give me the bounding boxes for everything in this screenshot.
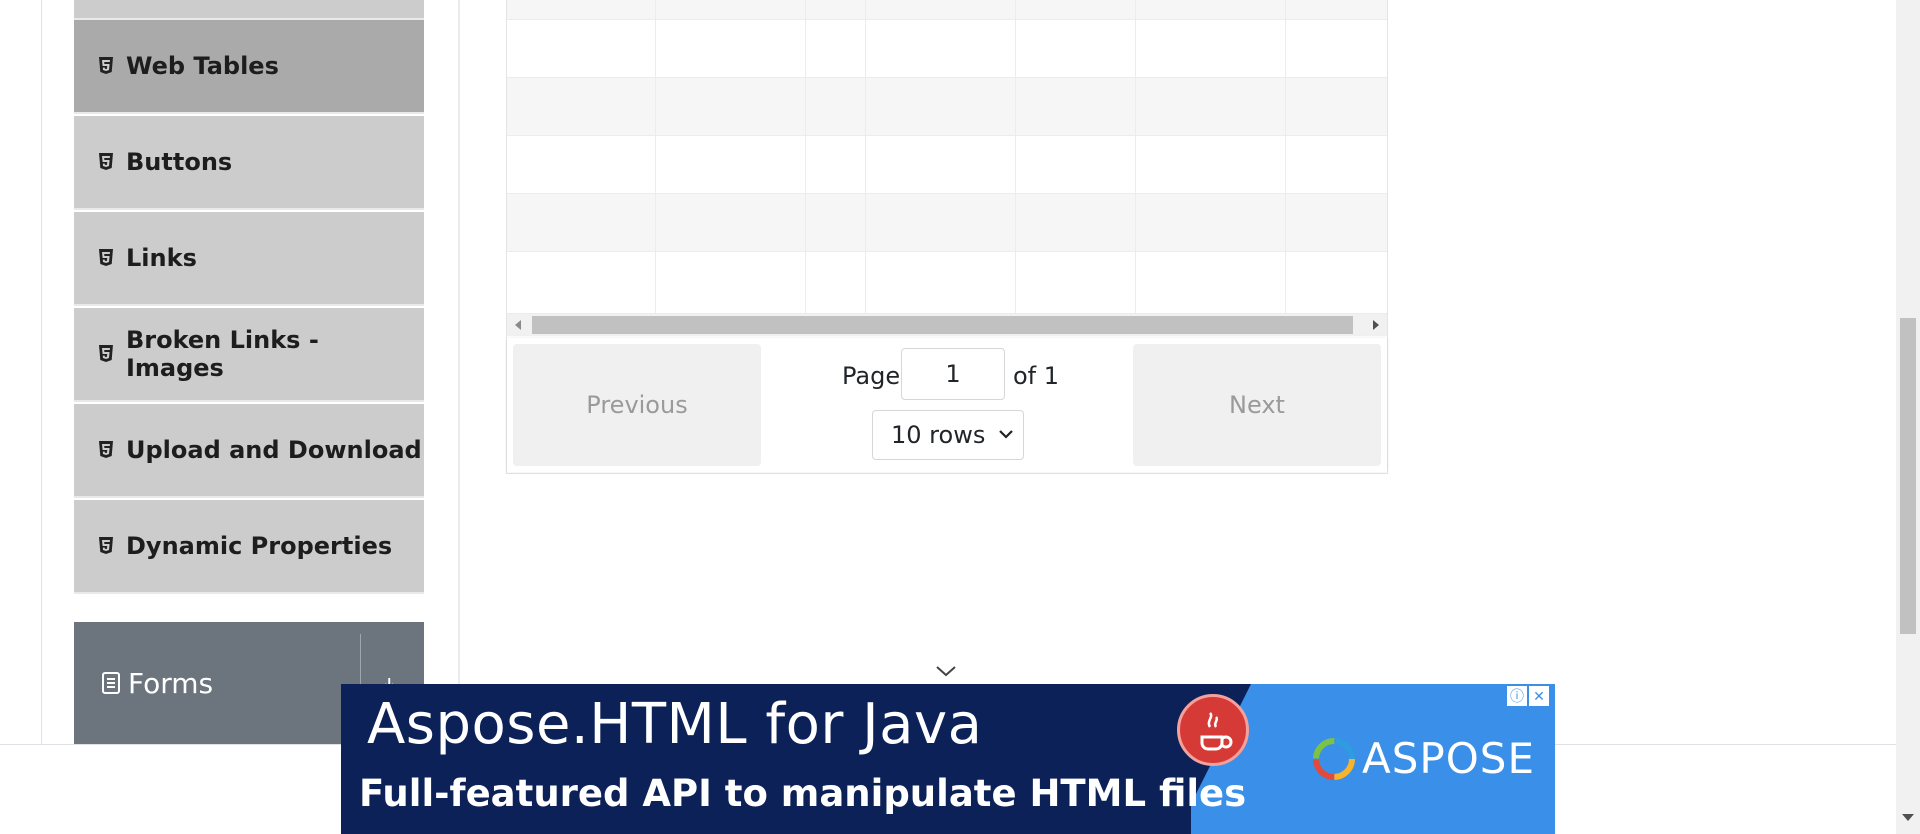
chevron-down-icon [999, 430, 1013, 439]
sidebar-item-label: Buttons [126, 148, 233, 176]
sidebar-item-label: Links [126, 244, 197, 272]
sidebar-item-label: Broken Links - Images [125, 326, 319, 382]
table-row [507, 0, 1387, 20]
scrollbar-thumb[interactable] [532, 316, 1353, 334]
sidebar-item-dynamic-properties[interactable]: Dynamic Properties [74, 500, 424, 594]
table-row [507, 252, 1387, 314]
close-icon[interactable]: ✕ [1529, 686, 1549, 706]
scrollbar-thumb[interactable] [1900, 318, 1916, 634]
sidebar-item-web-tables[interactable]: Web Tables [74, 20, 424, 114]
page-vertical-scrollbar[interactable] [1896, 0, 1920, 834]
rows-per-page-select[interactable]: 10 rows [872, 410, 1024, 460]
sidebar-item-upload-download[interactable]: Upload and Download [74, 404, 424, 498]
chevron-down-icon[interactable] [934, 662, 958, 680]
sidebar-item-buttons[interactable]: Buttons [74, 116, 424, 210]
left-border [41, 0, 42, 745]
html5-icon [99, 537, 113, 554]
html5-icon [99, 153, 113, 170]
html5-icon [98, 345, 113, 362]
ad-headline: Aspose.HTML for Java [367, 692, 983, 757]
previous-button[interactable]: Previous [513, 344, 761, 466]
sidebar-item-label: Web Tables [126, 52, 279, 80]
table-row [507, 20, 1387, 78]
next-button[interactable]: Next [1133, 344, 1381, 466]
page-label: Page [842, 362, 901, 390]
aspose-logo: ASPOSE [1312, 734, 1535, 783]
page-total-label: of 1 [1013, 362, 1060, 390]
ad-brand-name: ASPOSE [1362, 734, 1535, 783]
java-logo-icon [1177, 694, 1249, 766]
sidebar-item-previous-partial[interactable] [74, 0, 424, 20]
html5-icon [99, 57, 113, 74]
sidebar-item-links[interactable]: Links [74, 212, 424, 306]
document-icon [102, 672, 120, 694]
ad-subline: Full-featured API to manipulate HTML fil… [359, 772, 1247, 815]
sidebar-item-label: Dynamic Properties [126, 532, 393, 560]
html5-icon [99, 441, 113, 458]
scroll-left-arrow-icon[interactable] [515, 320, 521, 330]
scroll-down-arrow-icon[interactable] [1902, 814, 1914, 821]
sidebar-item-label: Upload and Download [126, 436, 422, 464]
web-table: Previous Page of 1 10 rows Next [506, 0, 1388, 474]
sidebar-divider [458, 0, 460, 745]
table-row [507, 78, 1387, 136]
table-row [507, 136, 1387, 194]
html5-icon [99, 249, 113, 266]
ad-banner[interactable]: Aspose.HTML for Java Full-featured API t… [341, 684, 1555, 834]
page-number-input[interactable] [901, 348, 1005, 400]
rows-selected-value: 10 rows [891, 421, 986, 449]
ad-controls: ⓘ ✕ [1507, 686, 1549, 706]
scroll-right-arrow-icon[interactable] [1373, 320, 1379, 330]
sidebar-item-broken-links[interactable]: Broken Links - Images [74, 308, 424, 402]
table-row [507, 194, 1387, 252]
sidebar-group-label: Forms [128, 666, 214, 700]
pagination: Previous Page of 1 10 rows Next [507, 338, 1387, 472]
table-horizontal-scrollbar[interactable] [507, 314, 1387, 336]
aspose-logo-icon [1313, 737, 1355, 780]
ad-info-icon[interactable]: ⓘ [1507, 686, 1527, 706]
